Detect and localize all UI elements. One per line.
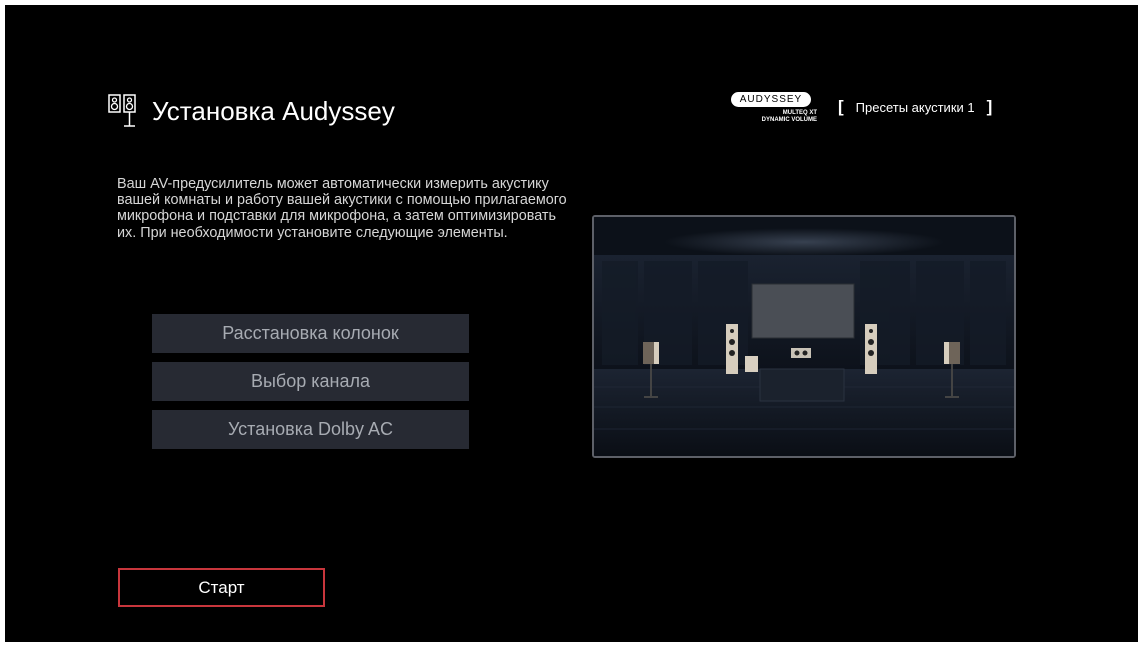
speaker-placement-button[interactable]: Расстановка колонок <box>152 314 469 353</box>
preset-open-bracket: [ <box>838 97 844 116</box>
preset-label: Пресеты акустики 1 <box>855 99 975 115</box>
screen: Установка Audyssey AUDYSSEY MULTEQ XT DY… <box>5 5 1138 642</box>
brand-line-multeq: MULTEQ XT <box>782 110 817 116</box>
channel-select-button[interactable]: Выбор канала <box>152 362 469 401</box>
audyssey-logo-text: AUDYSSEY <box>731 92 811 107</box>
audyssey-logo: AUDYSSEY MULTEQ XT DYNAMIC VOLUME <box>729 92 817 126</box>
page-title: Установка Audyssey <box>152 96 395 126</box>
description-text: Ваш AV-предусилитель может автоматически… <box>117 176 567 241</box>
dolby-setup-button[interactable]: Установка Dolby AC <box>152 410 469 449</box>
start-button[interactable]: Старт <box>118 568 325 607</box>
preset-close-bracket: ] <box>986 97 993 116</box>
home-theater-room-illustration <box>592 215 1016 458</box>
speaker-pair-icon <box>107 92 139 130</box>
speaker-preset-indicator: [ Пресеты акустики 1 ] <box>838 97 992 117</box>
brand-line-dynamic-volume: DYNAMIC VOLUME <box>761 117 817 123</box>
